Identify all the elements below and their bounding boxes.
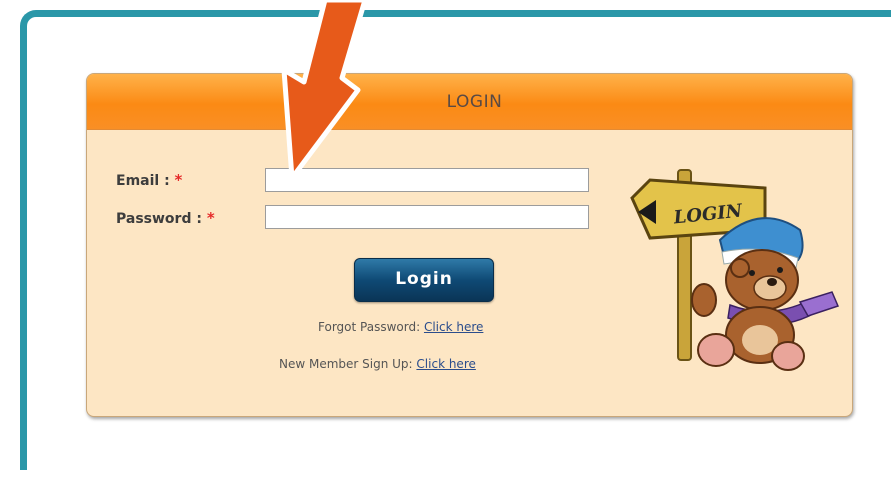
login-title-text: LOGIN — [446, 92, 503, 112]
forgot-password-link[interactable]: Click here — [424, 320, 483, 334]
signup-row: New Member Sign Up: Click here — [279, 357, 476, 371]
signup-link[interactable]: Click here — [416, 357, 475, 371]
password-required-mark: * — [206, 209, 215, 227]
signup-text: New Member Sign Up: — [279, 357, 413, 371]
email-label-row: Email : * — [116, 171, 182, 189]
login-title: LOGIN — [87, 92, 852, 112]
bear-mascot-icon: LOGIN — [630, 169, 840, 371]
forgot-password-row: Forgot Password: Click here — [318, 320, 483, 334]
password-label-row: Password : * — [116, 209, 215, 227]
email-required-mark: * — [174, 171, 183, 189]
forgot-password-text: Forgot Password: — [318, 320, 421, 334]
email-label: Email : — [116, 173, 170, 189]
login-button[interactable]: Login — [354, 258, 494, 302]
arrow-down-icon — [281, 0, 368, 181]
password-label: Password : — [116, 211, 202, 227]
login-header: LOGIN — [87, 74, 852, 130]
password-input[interactable] — [265, 205, 589, 229]
